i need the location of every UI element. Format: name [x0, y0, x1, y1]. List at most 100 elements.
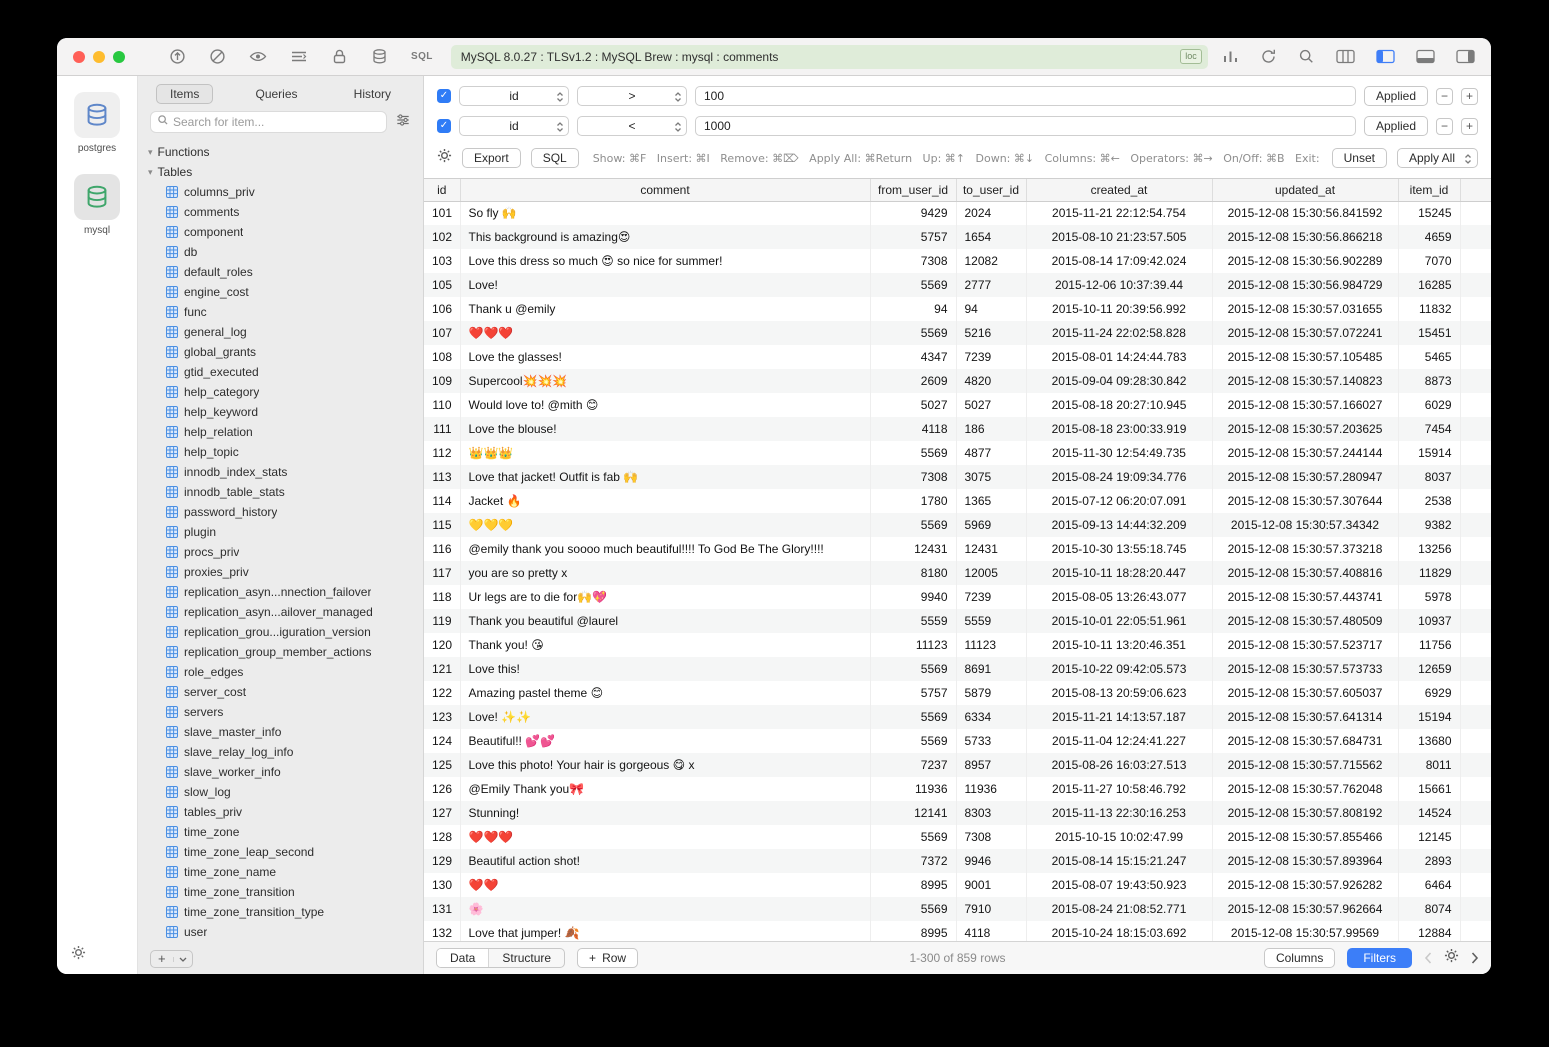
sidebar-table-item[interactable]: procs_priv	[138, 542, 423, 562]
cell-comment[interactable]: @emily thank you soooo much beautiful!!!…	[460, 537, 870, 561]
table-row[interactable]: 118Ur legs are to die for🙌💖994072392015-…	[424, 585, 1491, 609]
cell-is_[interactable]	[1460, 249, 1491, 273]
cell-item_id[interactable]: 15661	[1398, 777, 1460, 801]
cell-id[interactable]: 125	[424, 753, 460, 777]
split-view-icon[interactable]	[1336, 49, 1355, 64]
cell-is_[interactable]	[1460, 777, 1491, 801]
cell-comment[interactable]: Jacket 🔥	[460, 489, 870, 513]
table-row[interactable]: 111Love the blouse!41181862015-08-18 23:…	[424, 417, 1491, 441]
cell-item_id[interactable]: 14524	[1398, 801, 1460, 825]
sidebar-table-item[interactable]: time_zone	[138, 822, 423, 842]
table-row[interactable]: 108Love the glasses!434772392015-08-01 1…	[424, 345, 1491, 369]
cell-created_at[interactable]: 2015-11-13 22:30:16.253	[1026, 801, 1212, 825]
cell-updated_at[interactable]: 2015-12-08 15:30:57.244144	[1212, 441, 1398, 465]
sidebar-table-item[interactable]: time_zone_name	[138, 862, 423, 882]
refresh-icon[interactable]	[1260, 48, 1277, 65]
cell-id[interactable]: 108	[424, 345, 460, 369]
table-row[interactable]: 105Love!556927772015-12-06 10:37:39.4420…	[424, 273, 1491, 297]
cell-created_at[interactable]: 2015-10-15 10:02:47.99	[1026, 825, 1212, 849]
filter-enabled-checkbox[interactable]: ✓	[437, 119, 451, 133]
cell-updated_at[interactable]: 2015-12-08 15:30:57.715562	[1212, 753, 1398, 777]
cell-to_user_id[interactable]: 9946	[956, 849, 1026, 873]
cell-updated_at[interactable]: 2015-12-08 15:30:56.984729	[1212, 273, 1398, 297]
cell-comment[interactable]: Love! ✨✨	[460, 705, 870, 729]
cell-item_id[interactable]: 7454	[1398, 417, 1460, 441]
sidebar-table-item[interactable]: global_grants	[138, 342, 423, 362]
cell-item_id[interactable]: 11756	[1398, 633, 1460, 657]
cell-comment[interactable]: Thank you beautiful @laurel	[460, 609, 870, 633]
cell-updated_at[interactable]: 2015-12-08 15:30:56.841592	[1212, 201, 1398, 225]
table-row[interactable]: 127Stunning!1214183032015-11-13 22:30:16…	[424, 801, 1491, 825]
cell-from_user_id[interactable]: 8995	[870, 873, 956, 897]
cell-created_at[interactable]: 2015-08-24 21:08:52.771	[1026, 897, 1212, 921]
cell-is_[interactable]	[1460, 561, 1491, 585]
cell-updated_at[interactable]: 2015-12-08 15:30:57.926282	[1212, 873, 1398, 897]
sidebar-table-item[interactable]: slave_worker_info	[138, 762, 423, 782]
table-row[interactable]: 120Thank you! 😘11123111232015-10-11 13:2…	[424, 633, 1491, 657]
cell-id[interactable]: 117	[424, 561, 460, 585]
cell-is_[interactable]	[1460, 801, 1491, 825]
cell-comment[interactable]: Love!	[460, 273, 870, 297]
cell-created_at[interactable]: 2015-08-18 20:27:10.945	[1026, 393, 1212, 417]
cell-item_id[interactable]: 10937	[1398, 609, 1460, 633]
cell-created_at[interactable]: 2015-08-18 23:00:33.919	[1026, 417, 1212, 441]
cell-to_user_id[interactable]: 186	[956, 417, 1026, 441]
cell-updated_at[interactable]: 2015-12-08 15:30:57.072241	[1212, 321, 1398, 345]
sidebar-table-item[interactable]: plugin	[138, 522, 423, 542]
cell-item_id[interactable]: 12145	[1398, 825, 1460, 849]
cell-item_id[interactable]: 15451	[1398, 321, 1460, 345]
cell-to_user_id[interactable]: 2024	[956, 201, 1026, 225]
cell-updated_at[interactable]: 2015-12-08 15:30:57.105485	[1212, 345, 1398, 369]
cell-created_at[interactable]: 2015-11-21 14:13:57.187	[1026, 705, 1212, 729]
column-header-comment[interactable]: comment	[460, 179, 870, 201]
cell-comment[interactable]: Beautiful action shot!	[460, 849, 870, 873]
cell-comment[interactable]: Would love to! @mith 😊	[460, 393, 870, 417]
sidebar-table-item[interactable]: help_category	[138, 382, 423, 402]
table-row[interactable]: 103Love this dress so much 😍 so nice for…	[424, 249, 1491, 273]
cell-is_[interactable]	[1460, 489, 1491, 513]
cell-from_user_id[interactable]: 5757	[870, 681, 956, 705]
sidebar-table-item[interactable]: password_history	[138, 502, 423, 522]
table-row[interactable]: 109Supercool💥💥💥260948202015-09-04 09:28:…	[424, 369, 1491, 393]
cell-to_user_id[interactable]: 1654	[956, 225, 1026, 249]
cell-created_at[interactable]: 2015-10-24 18:15:03.692	[1026, 921, 1212, 941]
cell-from_user_id[interactable]: 4118	[870, 417, 956, 441]
sidebar-table-item[interactable]: servers	[138, 702, 423, 722]
cell-is_[interactable]	[1460, 633, 1491, 657]
cell-from_user_id[interactable]: 8995	[870, 921, 956, 941]
cell-item_id[interactable]: 6029	[1398, 393, 1460, 417]
cell-to_user_id[interactable]: 3075	[956, 465, 1026, 489]
tables-group[interactable]: ▾ Tables	[138, 162, 423, 182]
sidebar-table-item[interactable]: time_zone_transition_type	[138, 902, 423, 922]
table-row[interactable]: 114Jacket 🔥178013652015-07-12 06:20:07.0…	[424, 489, 1491, 513]
cell-to_user_id[interactable]: 7239	[956, 345, 1026, 369]
sidebar-table-item[interactable]: gtid_executed	[138, 362, 423, 382]
cell-is_[interactable]	[1460, 897, 1491, 921]
cell-is_[interactable]	[1460, 417, 1491, 441]
cell-id[interactable]: 114	[424, 489, 460, 513]
cell-item_id[interactable]: 8873	[1398, 369, 1460, 393]
cell-is_[interactable]	[1460, 201, 1491, 225]
cell-id[interactable]: 128	[424, 825, 460, 849]
cell-item_id[interactable]: 13256	[1398, 537, 1460, 561]
cell-to_user_id[interactable]: 11123	[956, 633, 1026, 657]
cell-item_id[interactable]: 12659	[1398, 657, 1460, 681]
cell-updated_at[interactable]: 2015-12-08 15:30:57.408816	[1212, 561, 1398, 585]
cell-comment[interactable]: Love this!	[460, 657, 870, 681]
cell-created_at[interactable]: 2015-11-27 10:58:46.792	[1026, 777, 1212, 801]
cell-id[interactable]: 124	[424, 729, 460, 753]
apply-all-select[interactable]: Apply All	[1397, 148, 1478, 168]
sidebar-table-item[interactable]: help_keyword	[138, 402, 423, 422]
cell-id[interactable]: 107	[424, 321, 460, 345]
cell-updated_at[interactable]: 2015-12-08 15:30:57.99569	[1212, 921, 1398, 941]
cell-to_user_id[interactable]: 12082	[956, 249, 1026, 273]
column-header-created_at[interactable]: created_at	[1026, 179, 1212, 201]
cell-updated_at[interactable]: 2015-12-08 15:30:57.166027	[1212, 393, 1398, 417]
cell-comment[interactable]: Love that jacket! Outfit is fab 🙌	[460, 465, 870, 489]
cell-created_at[interactable]: 2015-08-10 21:23:57.505	[1026, 225, 1212, 249]
cell-to_user_id[interactable]: 7308	[956, 825, 1026, 849]
previous-page-icon[interactable]	[1424, 952, 1432, 964]
cell-updated_at[interactable]: 2015-12-08 15:30:57.893964	[1212, 849, 1398, 873]
cell-id[interactable]: 116	[424, 537, 460, 561]
cell-item_id[interactable]: 15245	[1398, 201, 1460, 225]
